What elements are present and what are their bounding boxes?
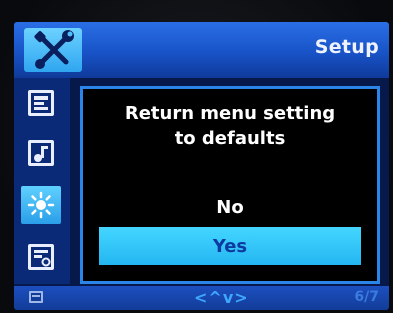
settings-card-icon <box>28 244 54 270</box>
dialog-message: Return menu setting to defaults <box>124 103 336 149</box>
page-indicator: 6/7 <box>354 289 379 305</box>
footer-bar: <^v> 6/7 <box>14 286 389 310</box>
navigation-arrows: <^v> <box>194 288 249 307</box>
music-note-icon <box>28 140 54 166</box>
header-bar: Setup <box>14 22 389 78</box>
wrench-screwdriver-icon <box>34 30 74 69</box>
yes-option-label: Yes <box>212 235 248 257</box>
camera-body: Setup Return menu setting to defaults No… <box>0 0 393 313</box>
yes-option[interactable]: Yes <box>99 227 361 265</box>
card-icon <box>29 291 43 303</box>
sidebar-item-settings[interactable] <box>21 238 61 276</box>
no-option[interactable]: No <box>83 197 377 218</box>
sidebar <box>14 78 70 284</box>
lcd-screen: Setup Return menu setting to defaults No… <box>14 22 389 310</box>
reset-confirm-dialog: Return menu setting to defaults No Yes <box>80 86 380 284</box>
setup-tab-icon-box[interactable] <box>24 28 82 72</box>
sidebar-item-sound[interactable] <box>21 134 61 172</box>
display-frame-icon <box>28 90 54 116</box>
sidebar-item-display[interactable] <box>21 84 61 122</box>
sidebar-item-brightness[interactable] <box>21 186 61 224</box>
brightness-sun-icon <box>27 191 55 219</box>
page-title: Setup <box>314 36 379 58</box>
